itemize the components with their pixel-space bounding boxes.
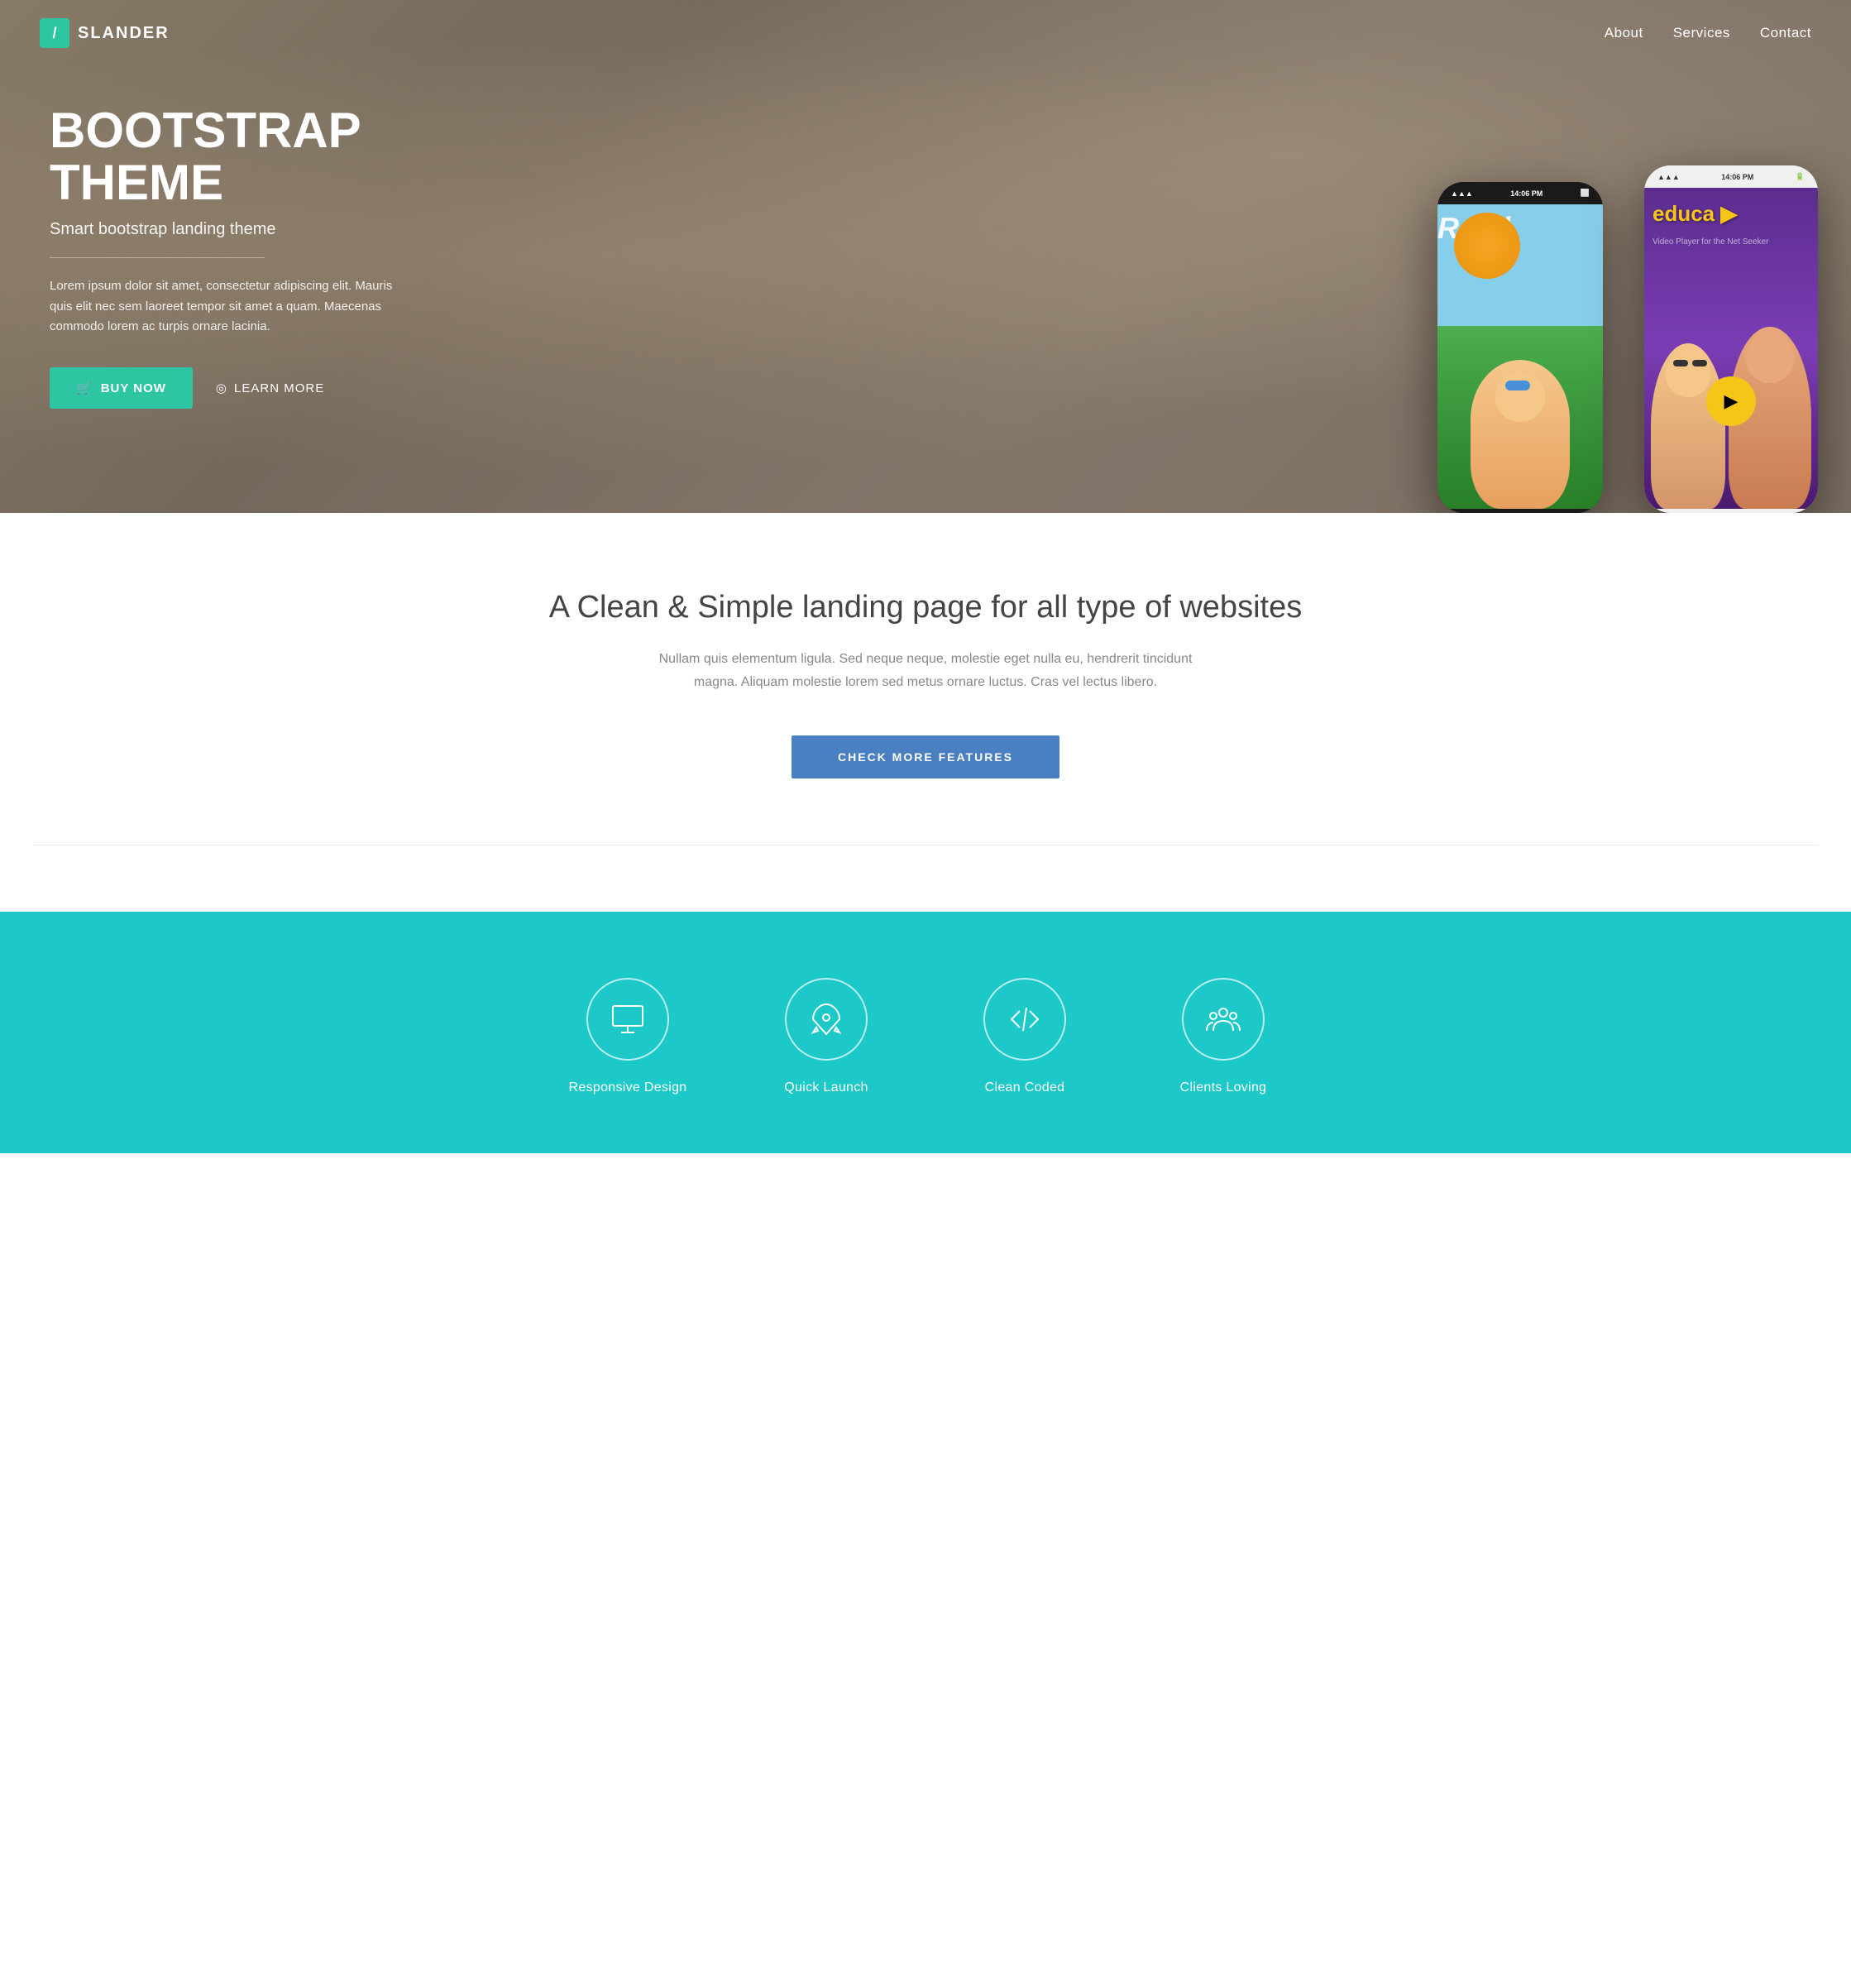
mid-section: A Clean & Simple landing page for all ty… <box>0 513 1851 912</box>
logo[interactable]: / SLANDER <box>40 18 170 48</box>
phones-illustration: ▲▲▲ 14:06 PM ⬜ Read ▲▲▲ 14:06 PM <box>1388 0 1851 513</box>
responsive-label: Responsive Design <box>569 1080 687 1095</box>
responsive-icon-circle <box>586 978 669 1061</box>
learn-more-label: LEARN MORE <box>234 381 324 395</box>
phone-white-battery: 🔋 <box>1796 172 1805 181</box>
phone-black-screen: Read <box>1437 204 1603 509</box>
monitor-icon <box>610 1001 646 1037</box>
phone-black-notch: ▲▲▲ 14:06 PM ⬜ <box>1437 182 1603 204</box>
phone-black: ▲▲▲ 14:06 PM ⬜ Read <box>1437 182 1603 513</box>
features-section: Responsive Design Quick Launch <box>0 912 1851 1153</box>
clients-icon-circle <box>1182 978 1265 1061</box>
educa-subtitle: Video Player for the Net Seeker <box>1653 237 1810 247</box>
launch-icon-circle <box>785 978 868 1061</box>
hero-title: BOOTSTRAPTHEME <box>50 104 414 208</box>
logo-text: SLANDER <box>78 24 170 43</box>
nav-link-about[interactable]: About <box>1605 25 1643 41</box>
feature-coded: Clean Coded <box>950 978 1099 1095</box>
hero-subtitle: Smart bootstrap landing theme <box>50 220 414 239</box>
learn-more-button[interactable]: ◎ LEARN MORE <box>216 381 324 395</box>
code-icon <box>1007 1001 1043 1037</box>
circle-icon: ◎ <box>216 381 227 395</box>
phone-black-battery: ⬜ <box>1581 189 1590 198</box>
read-balloon <box>1454 213 1520 279</box>
phone-white: ▲▲▲ 14:06 PM 🔋 educa ▶ Video Player for … <box>1644 165 1818 513</box>
phone-white-signal: ▲▲▲ <box>1657 173 1680 181</box>
hero-section: BOOTSTRAPTHEME Smart bootstrap landing t… <box>0 0 1851 513</box>
phone-black-time: 14:06 PM <box>1510 189 1542 198</box>
phone-white-notch: ▲▲▲ 14:06 PM 🔋 <box>1644 165 1818 188</box>
mid-title: A Clean & Simple landing page for all ty… <box>33 587 1818 628</box>
buy-now-button[interactable]: 🛒 BUY NOW <box>50 367 193 409</box>
hero-content: BOOTSTRAPTHEME Smart bootstrap landing t… <box>0 104 414 409</box>
hero-description: Lorem ipsum dolor sit amet, consectetur … <box>50 276 414 338</box>
hero-divider <box>50 257 265 258</box>
hero-buttons: 🛒 BUY NOW ◎ LEARN MORE <box>50 367 414 409</box>
play-button-icon: ▶ <box>1706 376 1756 426</box>
nav-link-services[interactable]: Services <box>1673 25 1730 41</box>
logo-icon: / <box>40 18 69 48</box>
mid-description: Nullam quis elementum ligula. Sed neque … <box>636 648 1215 694</box>
phone-white-screen: educa ▶ Video Player for the Net Seeker … <box>1644 188 1818 509</box>
feature-clients: Clients Loving <box>1149 978 1298 1095</box>
team-icon <box>1205 1001 1241 1037</box>
coded-icon-circle <box>983 978 1066 1061</box>
rocket-icon <box>808 1001 844 1037</box>
nav-links: About Services Contact <box>1605 25 1811 41</box>
educa-app-title: educa ▶ <box>1653 201 1737 227</box>
nav-link-contact[interactable]: Contact <box>1760 25 1811 41</box>
phone-white-time: 14:06 PM <box>1721 173 1753 181</box>
feature-launch: Quick Launch <box>752 978 901 1095</box>
buy-now-label: BUY NOW <box>101 381 166 395</box>
navbar: / SLANDER About Services Contact <box>0 0 1851 66</box>
phone-black-signal: ▲▲▲ <box>1451 189 1473 198</box>
coded-label: Clean Coded <box>985 1080 1065 1095</box>
cart-icon: 🛒 <box>76 381 93 395</box>
features-grid: Responsive Design Quick Launch <box>553 978 1298 1095</box>
launch-label: Quick Launch <box>784 1080 868 1095</box>
clients-label: Clients Loving <box>1180 1080 1267 1095</box>
feature-responsive: Responsive Design <box>553 978 702 1095</box>
check-features-button[interactable]: CHECK MORE FEATURES <box>792 735 1059 778</box>
